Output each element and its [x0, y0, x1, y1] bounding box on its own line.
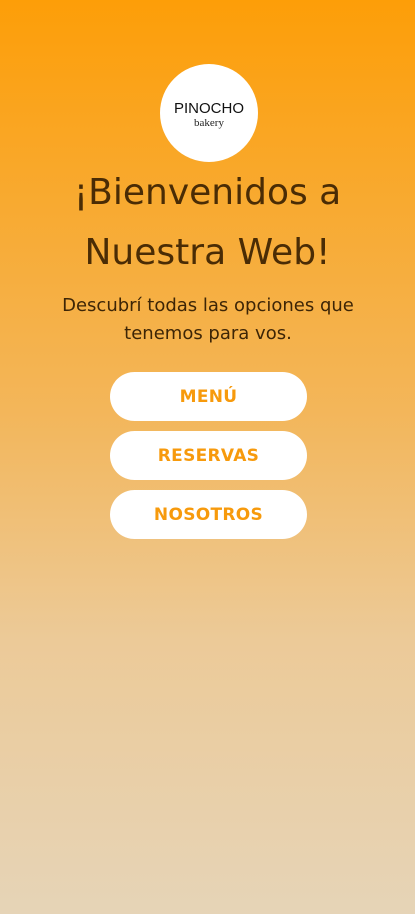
- menu-button[interactable]: MENÚ: [110, 372, 307, 421]
- logo-name: PINOCHO: [173, 99, 244, 117]
- reservas-button[interactable]: RESERVAS: [110, 431, 307, 480]
- welcome-subtitle: Descubrí todas las opciones que tenemos …: [62, 295, 354, 344]
- welcome-title: ¡Bienvenidos a Nuestra Web!: [73, 172, 342, 273]
- nosotros-button[interactable]: NOSOTROS: [110, 490, 307, 539]
- bakery-logo: PINOCHO bakery: [160, 64, 258, 162]
- logo-subtitle: bakery: [194, 116, 224, 129]
